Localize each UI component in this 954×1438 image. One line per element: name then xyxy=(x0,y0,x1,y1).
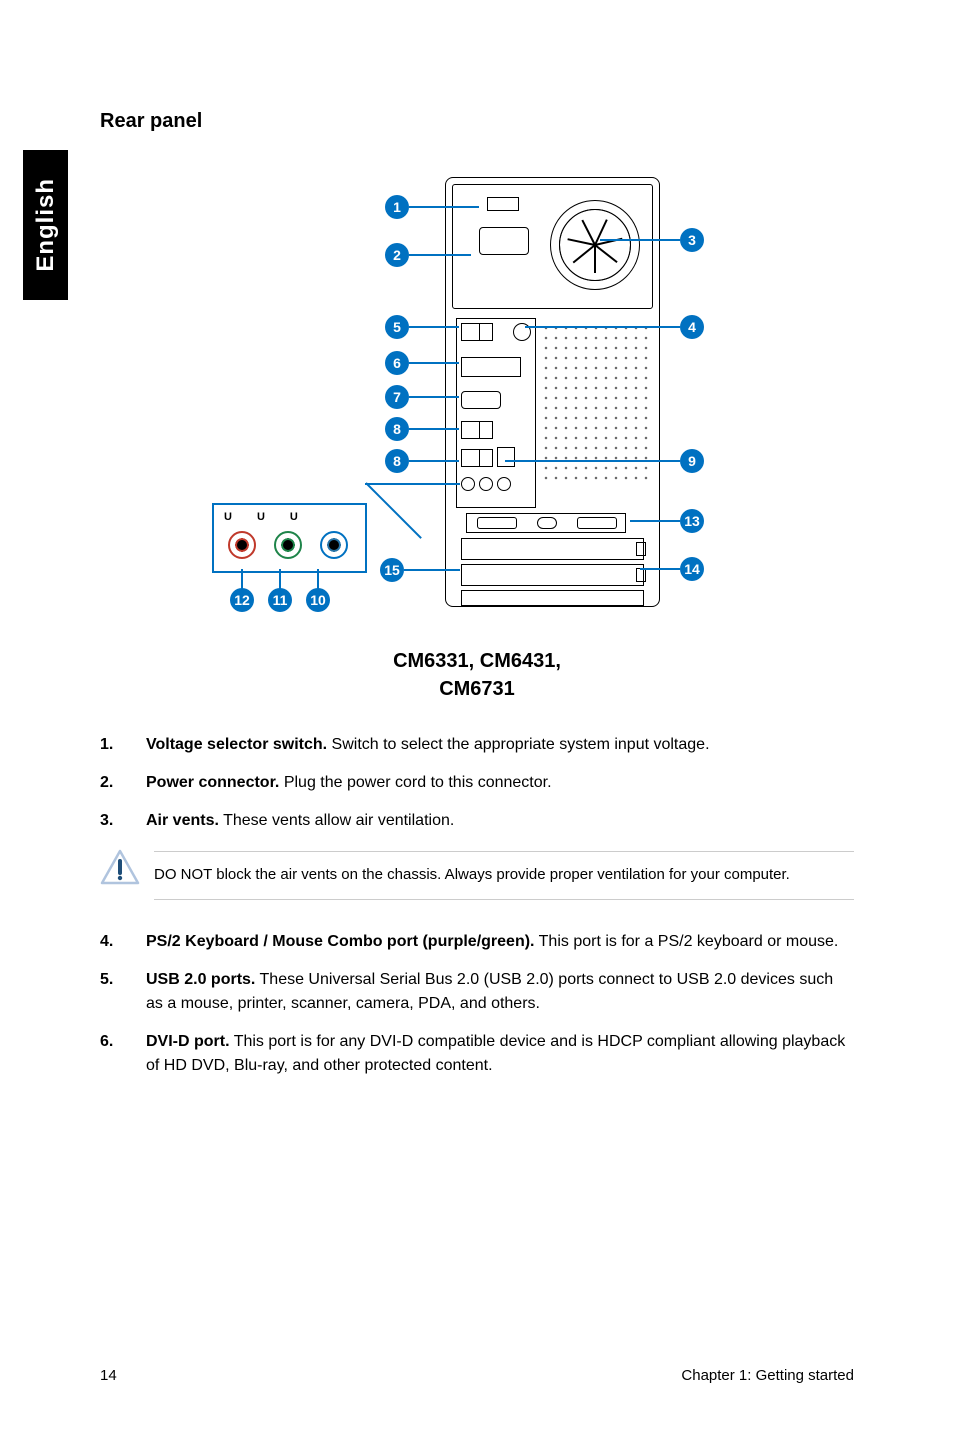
audio-jack-linein xyxy=(320,531,348,559)
callout-9: 9 xyxy=(680,449,704,473)
list-num: 1. xyxy=(100,733,146,757)
rear-panel-figure: 1 2 5 6 7 8 8 15 3 4 9 13 14 U U xyxy=(100,173,854,703)
list-item: 1. Voltage selector switch. Switch to se… xyxy=(100,733,854,757)
vga-port xyxy=(461,391,501,409)
callout-3: 3 xyxy=(680,228,704,252)
list-desc: Switch to select the appropriate system … xyxy=(327,736,709,753)
usb-ports-mid xyxy=(461,421,493,439)
list-num: 2. xyxy=(100,771,146,795)
io-panel xyxy=(456,318,536,508)
callout-7: 7 xyxy=(385,385,409,409)
language-tab-label: English xyxy=(32,178,60,272)
audio-jack-lineout xyxy=(274,531,302,559)
list-num: 4. xyxy=(100,930,146,954)
psu-fan xyxy=(550,200,640,290)
callout-1: 1 xyxy=(385,195,409,219)
figure-caption-line2: CM6731 xyxy=(100,675,854,703)
expansion-slot-1 xyxy=(461,538,644,560)
warning-icon xyxy=(100,849,140,890)
list-item: 4. PS/2 Keyboard / Mouse Combo port (pur… xyxy=(100,930,854,954)
callout-13: 13 xyxy=(680,509,704,533)
list-num: 6. xyxy=(100,1030,146,1078)
list-desc: Plug the power cord to this connector. xyxy=(279,774,551,791)
inset-symbol: U xyxy=(224,511,232,523)
language-tab: English xyxy=(23,150,68,300)
dvi-port xyxy=(461,357,521,377)
section-title: Rear panel xyxy=(100,110,854,133)
list-title: USB 2.0 ports. xyxy=(146,971,255,988)
list-title: Air vents. xyxy=(146,812,219,829)
warning-note: DO NOT block the air vents on the chassi… xyxy=(100,851,854,900)
description-list-2: 4. PS/2 Keyboard / Mouse Combo port (pur… xyxy=(100,930,854,1078)
page: English Rear panel xyxy=(0,0,954,1438)
chapter-label: Chapter 1: Getting started xyxy=(681,1367,854,1384)
list-item: 6. DVI-D port. This port is for any DVI-… xyxy=(100,1030,854,1078)
expansion-slot-2 xyxy=(461,564,644,586)
callout-8a: 8 xyxy=(385,417,409,441)
description-list-1: 1. Voltage selector switch. Switch to se… xyxy=(100,733,854,833)
page-number: 14 xyxy=(100,1367,117,1384)
figure-caption-line1: CM6331, CM6431, xyxy=(100,647,854,675)
vent-grid xyxy=(541,323,649,483)
usb-ports-bottom xyxy=(461,449,493,467)
audio-jacks-row xyxy=(461,477,511,491)
list-item: 5. USB 2.0 ports. These Universal Serial… xyxy=(100,968,854,1016)
callout-2: 2 xyxy=(385,243,409,267)
callout-11: 11 xyxy=(268,588,292,612)
list-item: 2. Power connector. Plug the power cord … xyxy=(100,771,854,795)
inset-symbol: U xyxy=(290,511,298,523)
list-item: 3. Air vents. These vents allow air vent… xyxy=(100,809,854,833)
list-title: Voltage selector switch. xyxy=(146,736,327,753)
callout-10: 10 xyxy=(306,588,330,612)
callout-15: 15 xyxy=(380,558,404,582)
power-connector xyxy=(479,227,529,255)
callout-5: 5 xyxy=(385,315,409,339)
audio-ports-inset: U U U xyxy=(212,503,367,573)
callout-12: 12 xyxy=(230,588,254,612)
inset-symbol: U xyxy=(257,511,265,523)
callout-14: 14 xyxy=(680,557,704,581)
lan-port xyxy=(497,447,515,467)
expansion-slot-3 xyxy=(461,590,644,606)
list-title: DVI-D port. xyxy=(146,1033,230,1050)
list-desc: This port is for any DVI-D compatible de… xyxy=(146,1033,845,1074)
list-desc: These vents allow air ventilation. xyxy=(219,812,454,829)
tower-outline xyxy=(445,177,660,607)
list-title: Power connector. xyxy=(146,774,279,791)
list-title: PS/2 Keyboard / Mouse Combo port (purple… xyxy=(146,933,534,950)
graphics-card-slot xyxy=(466,513,626,533)
callout-4: 4 xyxy=(680,315,704,339)
list-num: 5. xyxy=(100,968,146,1016)
usb-ports-top xyxy=(461,323,493,341)
audio-jack-mic xyxy=(228,531,256,559)
warning-text: DO NOT block the air vents on the chassi… xyxy=(154,851,854,900)
list-num: 3. xyxy=(100,809,146,833)
page-footer: 14 Chapter 1: Getting started xyxy=(100,1367,854,1384)
callout-6: 6 xyxy=(385,351,409,375)
psu-area xyxy=(452,184,653,309)
callout-8b: 8 xyxy=(385,449,409,473)
voltage-selector xyxy=(487,197,519,211)
list-desc: This port is for a PS/2 keyboard or mous… xyxy=(534,933,838,950)
